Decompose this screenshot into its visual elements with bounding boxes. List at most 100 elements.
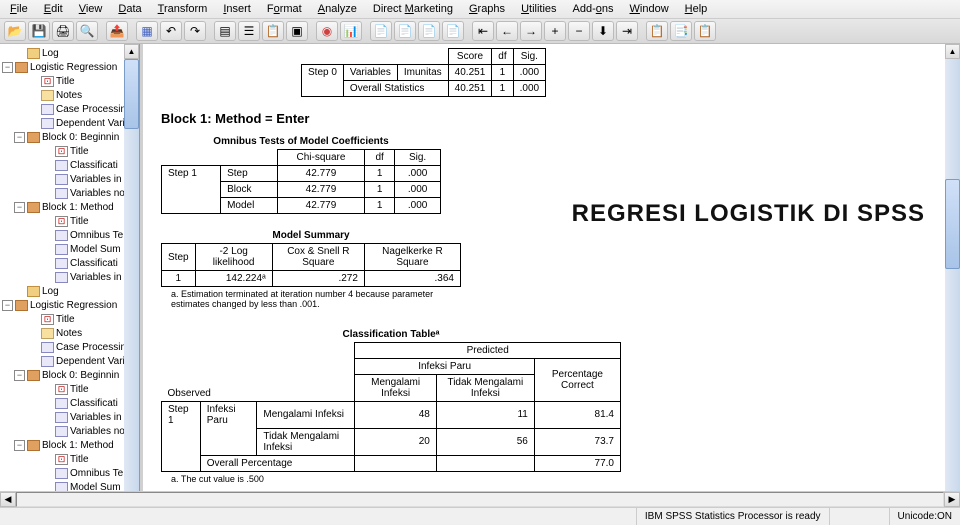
undo-icon[interactable]: ↶ (160, 21, 182, 41)
nav-prev-icon[interactable]: ← (496, 21, 518, 41)
tree-b0b-title[interactable]: ⊡Title (0, 382, 139, 396)
nav-next-icon[interactable]: → (520, 21, 542, 41)
redo-icon[interactable]: ↷ (184, 21, 206, 41)
omnibus-title: Omnibus Tests of Model Coefficients (161, 136, 441, 147)
menu-graphs[interactable]: Graphs (461, 1, 513, 17)
tree-dep[interactable]: Dependent Varia (0, 116, 139, 130)
classif-footnote: a. The cut value is .500 (161, 474, 621, 484)
block1-heading: Block 1: Method = Enter (161, 111, 942, 126)
insert4-icon[interactable]: 📄 (442, 21, 464, 41)
tree-notes[interactable]: Notes (0, 88, 139, 102)
nav-first-icon[interactable]: ⇤ (472, 21, 494, 41)
outline-nav: Log −Logistic Regression ⊡Title Notes Ca… (0, 44, 140, 507)
menu-utilities[interactable]: Utilities (513, 1, 564, 17)
classif-title: Classification Tableᵃ (161, 329, 621, 340)
menu-transform[interactable]: Transform (150, 1, 216, 17)
tree-b1-msum[interactable]: Model Sum (0, 242, 139, 256)
menu-help[interactable]: Help (677, 1, 716, 17)
tree-b0b-vin[interactable]: Variables in (0, 410, 139, 424)
tree-b0-vin[interactable]: Variables in (0, 172, 139, 186)
open-icon[interactable]: 📂 (4, 21, 26, 41)
tree-notes2[interactable]: Notes (0, 326, 139, 340)
modelsum-footnote: a. Estimation terminated at iteration nu… (161, 289, 461, 309)
nav-scrollbar[interactable]: ▲ ▼ (124, 44, 139, 507)
variables-icon[interactable]: 📋 (262, 21, 284, 41)
content-scroll-up-icon[interactable]: ▲ (945, 44, 960, 59)
designate-icon[interactable]: 📋 (646, 21, 668, 41)
tree-b1-vin[interactable]: Variables in (0, 270, 139, 284)
goto-case-icon[interactable]: ▤ (214, 21, 236, 41)
paste-icon[interactable]: 📋 (694, 21, 716, 41)
insert3-icon[interactable]: 📄 (418, 21, 440, 41)
tree-case2[interactable]: Case Processing (0, 340, 139, 354)
save-icon[interactable]: 💾 (28, 21, 50, 41)
nav-plus-icon[interactable]: + (544, 21, 566, 41)
content-scroll-thumb[interactable] (945, 179, 960, 269)
tree-b1-title[interactable]: ⊡Title (0, 214, 139, 228)
statusbar: IBM SPSS Statistics Processor is ready U… (0, 507, 960, 525)
menu-format[interactable]: Format (259, 1, 310, 17)
nav-down-icon[interactable]: ⬇ (592, 21, 614, 41)
status-processor: IBM SPSS Statistics Processor is ready (636, 508, 829, 525)
tree-b0b-clas[interactable]: Classificati (0, 396, 139, 410)
tree-log[interactable]: Log (0, 46, 139, 60)
menu-directmarketing[interactable]: Direct Marketing (365, 1, 461, 17)
scroll-up-icon[interactable]: ▲ (124, 44, 139, 59)
step0-table[interactable]: ScoredfSig. Step 0VariablesImunitas40.25… (301, 48, 546, 97)
tree-log2[interactable]: Log (0, 284, 139, 298)
insert2-icon[interactable]: 📄 (394, 21, 416, 41)
hscroll-left-icon[interactable]: ◀ (0, 492, 16, 507)
menu-analyze[interactable]: Analyze (310, 1, 365, 17)
tree-b0b-vno[interactable]: Variables no (0, 424, 139, 438)
goto-var-icon[interactable]: ☰ (238, 21, 260, 41)
scroll-thumb[interactable] (124, 59, 139, 129)
tree-b1-omn[interactable]: Omnibus Te (0, 228, 139, 242)
content-scrollbar[interactable]: ▲ ▼ (945, 44, 960, 507)
tree-b1b-title[interactable]: ⊡Title (0, 452, 139, 466)
menu-file[interactable]: File (2, 1, 36, 17)
tree-dep2[interactable]: Dependent Varia (0, 354, 139, 368)
menu-insert[interactable]: Insert (215, 1, 259, 17)
menu-view[interactable]: View (71, 1, 111, 17)
output-content: ScoredfSig. Step 0VariablesImunitas40.25… (143, 44, 960, 507)
run-icon[interactable]: ▣ (286, 21, 308, 41)
menu-edit[interactable]: Edit (36, 1, 71, 17)
chart-icon[interactable]: 📊 (340, 21, 362, 41)
print-icon[interactable]: 🖨 (52, 21, 74, 41)
tree-b0-title[interactable]: ⊡Title (0, 144, 139, 158)
tree-title2[interactable]: ⊡Title (0, 312, 139, 326)
toolbar: 📂 💾 🖨 🔍 📤 ▦ ↶ ↷ ▤ ☰ 📋 ▣ ◉ 📊 📄 📄 📄 📄 ⇤ ← … (0, 19, 960, 44)
preview-icon[interactable]: 🔍 (76, 21, 98, 41)
nav-last-icon[interactable]: ⇥ (616, 21, 638, 41)
tree-b0[interactable]: −Block 0: Beginnin (0, 130, 139, 144)
export-icon[interactable]: 📤 (106, 21, 128, 41)
tree-b1[interactable]: −Block 1: Method (0, 200, 139, 214)
tree-lr[interactable]: −Logistic Regression (0, 60, 139, 74)
modelsum-title: Model Summary (161, 230, 461, 241)
menu-addons[interactable]: Add-ons (565, 1, 622, 17)
omnibus-table[interactable]: Chi-squaredfSig. Step 1Step42.7791.000 B… (161, 149, 441, 214)
tree-title[interactable]: ⊡Title (0, 74, 139, 88)
tree-case[interactable]: Case Processing (0, 102, 139, 116)
modelsum-table[interactable]: Step-2 Log likelihoodCox & Snell R Squar… (161, 243, 461, 287)
nav-minus-icon[interactable]: − (568, 21, 590, 41)
dialog-recall-icon[interactable]: ▦ (136, 21, 158, 41)
menu-data[interactable]: Data (110, 1, 149, 17)
classif-table[interactable]: Predicted Infeksi ParuPercentage Correct… (161, 342, 621, 472)
tree-lr2[interactable]: −Logistic Regression (0, 298, 139, 312)
menubar: File Edit View Data Transform Insert For… (0, 0, 960, 19)
hscroll-right-icon[interactable]: ▶ (944, 492, 960, 507)
tree-b1-clas[interactable]: Classificati (0, 256, 139, 270)
tree-b0-vno[interactable]: Variables no (0, 186, 139, 200)
select-icon[interactable]: ◉ (316, 21, 338, 41)
menu-window[interactable]: Window (622, 1, 677, 17)
overlay-title: REGRESI LOGISTIK DI SPSS (572, 200, 925, 228)
insert-icon[interactable]: 📄 (370, 21, 392, 41)
copy-icon[interactable]: 📑 (670, 21, 692, 41)
horizontal-scrollbar[interactable]: ◀ ▶ (0, 491, 960, 507)
tree-b1b[interactable]: −Block 1: Method (0, 438, 139, 452)
tree-b0b[interactable]: −Block 0: Beginnin (0, 368, 139, 382)
status-unicode: Unicode:ON (889, 508, 960, 525)
tree-b1b-omn[interactable]: Omnibus Te (0, 466, 139, 480)
tree-b0-clas[interactable]: Classificati (0, 158, 139, 172)
